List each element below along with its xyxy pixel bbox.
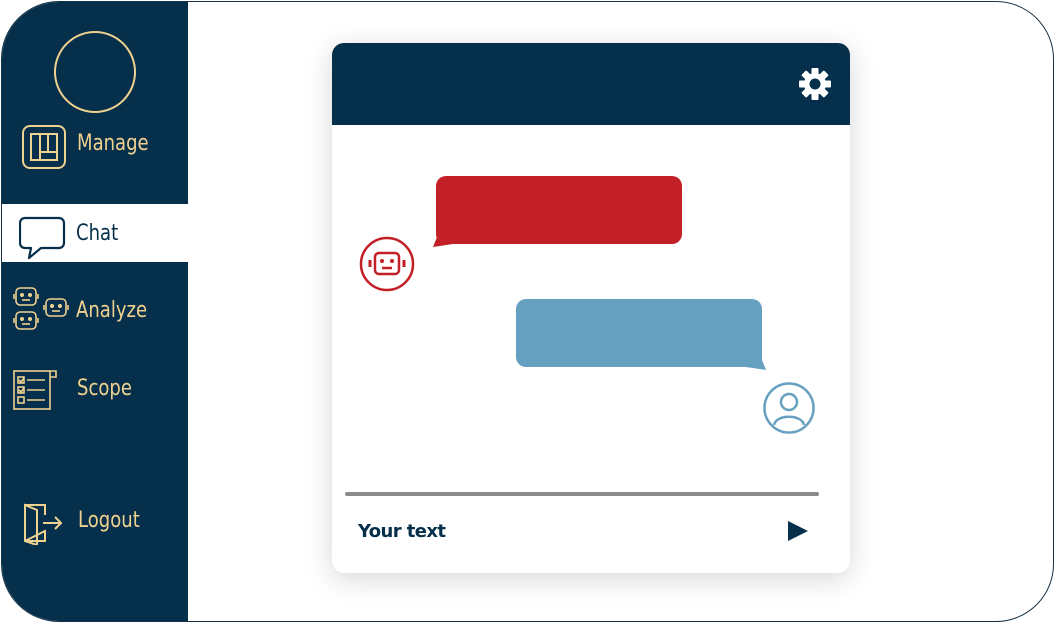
chat-header	[332, 43, 850, 125]
user-avatar-icon	[763, 382, 815, 434]
sidebar-item-label: Manage	[77, 131, 149, 156]
sidebar-item-label: Analyze	[76, 298, 148, 323]
input-divider	[345, 492, 819, 496]
bot-bubble-tail	[433, 232, 453, 247]
speech-bubble-icon	[19, 216, 66, 260]
user-bubble-tail	[746, 355, 766, 370]
send-icon[interactable]	[784, 518, 810, 544]
board-icon	[22, 125, 66, 169]
app-window: Manage Chat Analyze Scope Logout Your te…	[1, 1, 1054, 622]
profile-avatar[interactable]	[54, 31, 136, 113]
chat-window	[332, 43, 850, 573]
checklist-icon	[13, 370, 57, 410]
sidebar-item-label: Scope	[77, 376, 132, 401]
logout-label: Logout	[78, 508, 140, 533]
bots-group-icon	[13, 287, 69, 330]
robot-avatar-icon	[359, 236, 415, 292]
sidebar-item-label: Chat	[76, 221, 119, 246]
bot-message-bubble	[436, 176, 682, 244]
sidebar: Manage Chat Analyze Scope Logout	[2, 2, 188, 621]
logout-button[interactable]: Logout	[2, 492, 188, 550]
sidebar-item-analyze[interactable]: Analyze	[2, 282, 188, 340]
exit-door-icon	[24, 503, 63, 545]
user-message-bubble	[516, 299, 762, 367]
gear-icon[interactable]	[798, 67, 832, 101]
sidebar-item-scope[interactable]: Scope	[2, 361, 188, 419]
chat-text-input[interactable]	[358, 516, 758, 546]
sidebar-item-manage[interactable]: Manage	[2, 115, 188, 173]
sidebar-item-chat[interactable]: Chat	[2, 204, 188, 262]
main-content	[188, 2, 1053, 621]
